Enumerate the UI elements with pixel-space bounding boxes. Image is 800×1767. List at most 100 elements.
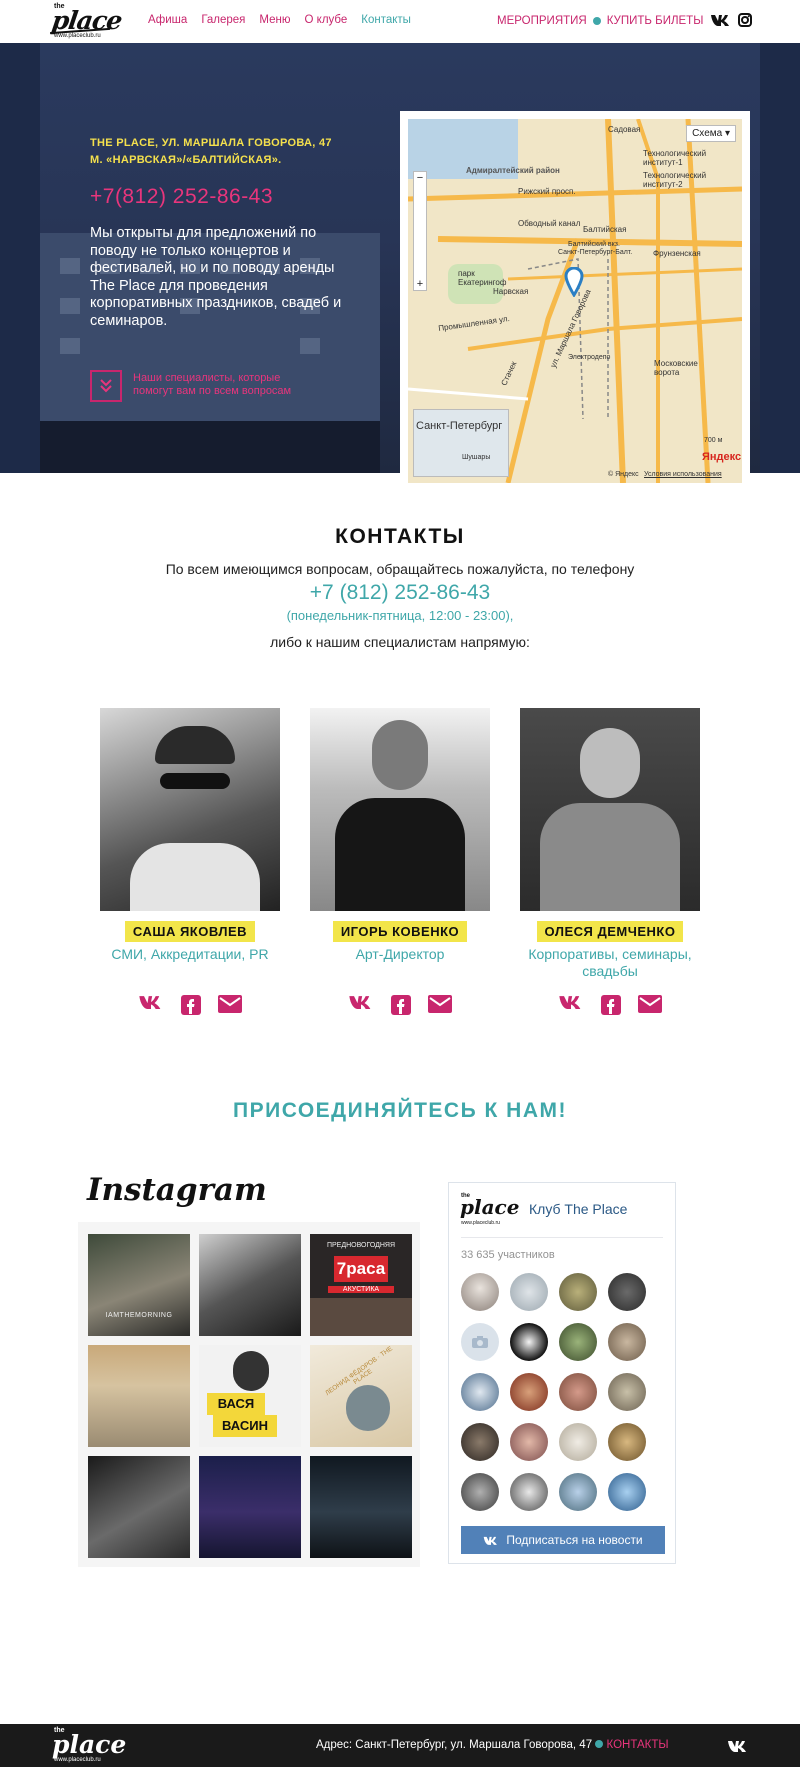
vk-logo-url: www.placeclub.ru [461,1220,500,1226]
email-icon[interactable] [638,995,662,1013]
avatar[interactable] [461,1423,499,1461]
vk-logo-main: place [460,1195,520,1219]
map-type-dropdown[interactable]: Схема ▾ [686,125,736,142]
avatar[interactable] [510,1423,548,1461]
map-pin-icon[interactable] [564,267,584,297]
avatar[interactable] [510,1473,548,1511]
footer-contacts-link[interactable]: КОНТАКТЫ [607,1739,669,1751]
nav-item-about[interactable]: О клубе [305,14,348,26]
instagram-post[interactable] [88,1456,190,1558]
site-logo[interactable]: the place www.placeclub.ru [48,3,123,41]
instagram-post[interactable]: ЛЕОНИД ФЁДОРОВ · THE PLACE [310,1345,412,1447]
events-link[interactable]: МЕРОПРИЯТИЯ [497,15,587,27]
map-minimap[interactable]: Санкт-Петербург Шушары [413,409,509,477]
top-navigation: the place www.placeclub.ru Афиша Галерея… [0,0,800,43]
avatar[interactable] [510,1273,548,1311]
email-icon[interactable] [428,995,452,1013]
map-label-frunzenskaya: Фрунзенская [653,249,701,258]
map-label-park: парк Екатерингоф [458,269,507,287]
avatar[interactable] [608,1473,646,1511]
vk-icon[interactable] [138,995,164,1009]
scroll-down-button[interactable] [90,370,122,402]
vk-group-name[interactable]: Клуб The Place [529,1201,627,1217]
person-photo [520,708,700,911]
avatar[interactable] [608,1373,646,1411]
vk-icon[interactable] [348,995,374,1009]
map-label-tech2: Технологический институт-2 [643,171,707,189]
specialists-link[interactable]: Наши специалисты, которые помогут вам по… [133,372,308,398]
map-canvas[interactable]: Адмиралтейский район Садовая Технологиче… [408,119,742,483]
nav-item-gallery[interactable]: Галерея [201,14,245,26]
facebook-icon[interactable] [391,995,411,1015]
minimap-city-label: Санкт-Петербург [416,420,503,432]
avatar[interactable] [559,1423,597,1461]
instagram-post[interactable]: ПРЕДНОВОГОДНЯЯ 7раса АКУСТИКА [310,1234,412,1336]
avatar[interactable] [559,1373,597,1411]
instagram-post[interactable]: ВАСЯ ВАСИН [199,1345,301,1447]
map-label-spb-station: Санкт-Петербург-Балт. [558,249,633,256]
instagram-post[interactable]: IAMTHEMORNING [88,1234,190,1336]
divider [461,1237,663,1238]
hero-section: THE PLACE, УЛ. МАРШАЛА ГОВОРОВА, 47 М. «… [0,43,800,491]
facebook-icon[interactable] [181,995,201,1015]
map-label-sadovaya: Садовая [608,125,641,134]
person-card-sasha: САША ЯКОВЛЕВ СМИ, Аккредитации, PR [100,708,280,963]
footer-logo-url: www.placeclub.ru [54,1757,101,1763]
vk-member-count[interactable]: 33 635 участников [461,1249,555,1261]
map-terms-link[interactable]: Условия использования [644,471,722,478]
nav-item-afisha[interactable]: Афиша [148,14,187,26]
avatar[interactable] [461,1323,499,1361]
instagram-grid: IAMTHEMORNING ПРЕДНОВОГОДНЯЯ 7раса АКУСТ… [78,1222,420,1567]
instagram-title: Instagram [87,1172,267,1208]
footer-logo[interactable]: the place www.placeclub.ru [48,1727,126,1765]
avatar[interactable] [608,1273,646,1311]
map-type-label: Схема [692,128,723,139]
vk-subscribe-button[interactable]: Подписаться на новости [461,1526,665,1554]
person-photo [310,708,490,911]
zoom-in-icon[interactable]: + [414,278,426,290]
facebook-icon[interactable] [601,995,621,1015]
location-map[interactable]: Адмиралтейский район Садовая Технологиче… [400,111,750,491]
instagram-post[interactable] [199,1456,301,1558]
instagram-post[interactable] [310,1456,412,1558]
zoom-out-icon[interactable]: − [414,172,426,184]
vk-icon[interactable] [558,995,584,1009]
instagram-icon[interactable] [738,13,752,27]
email-icon[interactable] [218,995,242,1013]
map-scale-label: 700 м [704,437,723,444]
map-label-rizhsky: Рижский просп. [518,187,576,196]
person-name: ОЛЕСЯ ДЕМЧЕНКО [536,921,684,942]
footer: the place www.placeclub.ru Адрес: Санкт-… [0,1724,800,1767]
avatar[interactable] [461,1373,499,1411]
contacts-phone[interactable]: +7 (812) 252-86-43 [0,581,800,605]
hero-phone[interactable]: +7(812) 252-86-43 [90,185,273,209]
main-nav: Афиша Галерея Меню О клубе Контакты [148,14,411,26]
avatar[interactable] [510,1323,548,1361]
contacts-hours: (понедельник-пятница, 12:00 - 23:00), [286,608,514,623]
person-card-igor: ИГОРЬ КОВЕНКО Арт-Директор [310,708,490,963]
post-caption: IAMTHEMORNING [105,1312,173,1319]
person-role: СМИ, Аккредитации, PR [111,946,269,962]
avatar[interactable] [510,1373,548,1411]
instagram-post[interactable] [199,1234,301,1336]
avatar[interactable] [461,1473,499,1511]
header-social [710,13,752,27]
nav-item-contacts[interactable]: Контакты [361,14,411,26]
avatar[interactable] [559,1273,597,1311]
avatar[interactable] [608,1423,646,1461]
map-label-obvodny: Обводный канал [518,219,581,228]
vk-icon[interactable] [727,1740,749,1752]
footer-logo-main: place [52,1730,127,1759]
nav-item-menu[interactable]: Меню [259,14,290,26]
instagram-post[interactable] [88,1345,190,1447]
buy-tickets-link[interactable]: КУПИТЬ БИЛЕТЫ [607,15,704,27]
avatar[interactable] [608,1323,646,1361]
avatar[interactable] [559,1323,597,1361]
avatar[interactable] [461,1273,499,1311]
map-label-district: Адмиралтейский район [466,166,560,175]
avatar[interactable] [559,1473,597,1511]
vk-group-logo[interactable]: the place www.placeclub.ru [459,1193,519,1229]
logo-url-text: www.placeclub.ru [54,33,101,39]
vk-icon[interactable] [710,14,732,26]
map-zoom-control[interactable]: − + [413,171,427,291]
